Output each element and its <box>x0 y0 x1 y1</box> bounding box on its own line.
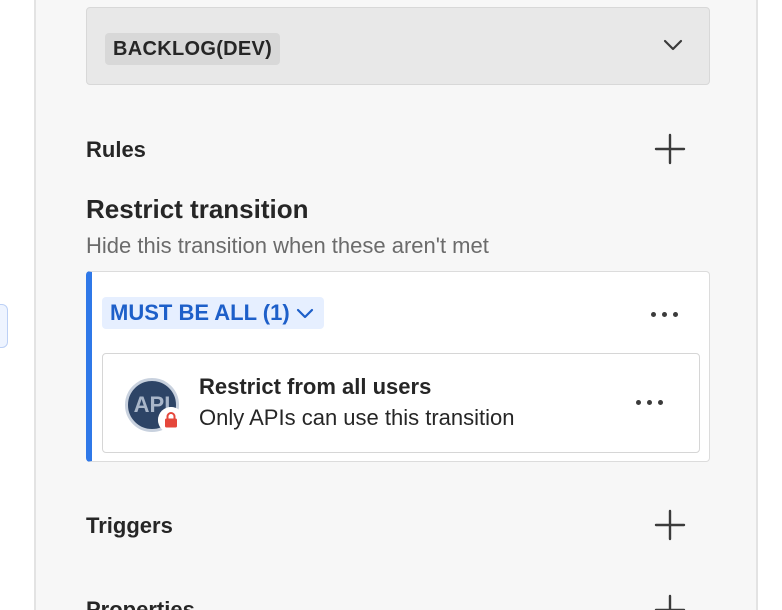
add-trigger-button[interactable] <box>652 507 688 543</box>
transition-details-panel: BACKLOG(DEV) Rules Restrict transition H… <box>34 0 758 610</box>
properties-heading: Properties <box>86 597 195 610</box>
more-dot <box>647 400 652 405</box>
must-be-all-label: MUST BE ALL (1) <box>110 300 290 325</box>
plus-icon <box>654 133 686 165</box>
more-dot <box>658 400 663 405</box>
must-be-all-dropdown[interactable]: MUST BE ALL (1) <box>102 297 324 329</box>
lock-icon <box>158 407 184 433</box>
rule-more-button[interactable] <box>633 392 673 412</box>
status-select[interactable]: BACKLOG(DEV) <box>86 7 710 85</box>
more-dot <box>662 312 667 317</box>
rule-title: Restrict from all users <box>199 374 432 399</box>
restrict-transition-title: Restrict transition <box>86 194 309 224</box>
rule-description: Only APIs can use this transition <box>199 405 515 430</box>
rules-heading: Rules <box>86 137 146 162</box>
triggers-heading: Triggers <box>86 513 173 538</box>
more-dot <box>673 312 678 317</box>
add-rule-button[interactable] <box>652 131 688 167</box>
add-property-button[interactable] <box>652 592 688 610</box>
chevron-down-icon <box>663 39 683 51</box>
canvas-background-right <box>758 0 782 610</box>
status-lozenge: BACKLOG(DEV) <box>105 33 281 65</box>
more-dot <box>636 400 641 405</box>
more-dot <box>651 312 656 317</box>
restrict-transition-subtitle: Hide this transition when these aren't m… <box>86 233 489 258</box>
group-more-button[interactable] <box>648 304 688 324</box>
chevron-down-icon <box>296 309 313 319</box>
plus-icon <box>654 594 686 610</box>
plus-icon <box>654 509 686 541</box>
workflow-transition-panel-view: BACKLOG(DEV) Rules Restrict transition H… <box>0 0 782 610</box>
rule-item[interactable]: API Restrict from all users Only APIs ca… <box>102 353 700 453</box>
rule-group-card: MUST BE ALL (1) API Restrict from all us… <box>86 271 710 462</box>
canvas-node-edge[interactable] <box>0 304 8 348</box>
